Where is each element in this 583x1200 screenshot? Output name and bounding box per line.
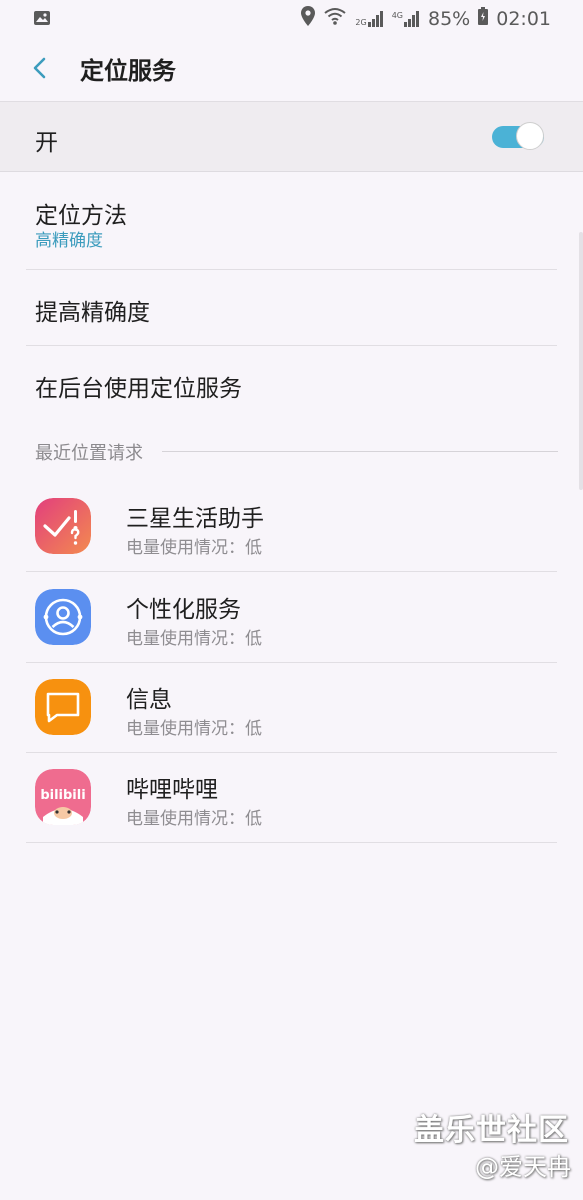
background-location-row[interactable]: 在后台使用定位服务 — [26, 346, 557, 422]
app-row-personalization-service[interactable]: 个性化服务 电量使用情况：低 — [26, 572, 557, 663]
wifi-icon — [323, 6, 347, 31]
back-arrow-icon[interactable] — [29, 53, 51, 83]
app-row-samsung-life-assistant[interactable]: 三星生活助手 电量使用情况：低 — [26, 481, 557, 572]
section-divider — [162, 451, 558, 452]
toggle-knob — [516, 122, 544, 150]
gallery-notification-icon — [33, 9, 51, 31]
app-battery-usage: 电量使用情况：低 — [126, 719, 262, 739]
improve-accuracy-title: 提高精确度 — [35, 300, 150, 326]
network-type-4g: 4G — [391, 10, 403, 20]
signal-2g-icon: 2G — [355, 10, 383, 27]
app-name: 三星生活助手 — [126, 506, 264, 532]
battery-percent: 85% — [428, 7, 471, 30]
location-icon — [301, 6, 316, 31]
clock: 02:01 — [496, 7, 551, 30]
app-battery-usage: 电量使用情况：低 — [126, 809, 262, 829]
bilibili-icon: bilibili — [35, 769, 91, 825]
location-method-title: 定位方法 — [35, 203, 127, 229]
messages-icon — [35, 679, 91, 735]
recent-requests-header: 最近位置请求 — [35, 443, 143, 464]
app-name: 个性化服务 — [126, 597, 241, 623]
app-name: 信息 — [126, 687, 172, 713]
signal-4g-icon: 4G — [391, 10, 420, 27]
status-bar: 2G 4G 85% 02:01 — [0, 0, 583, 36]
network-type-2g: 2G — [355, 17, 367, 27]
location-method-value: 高精确度 — [35, 231, 103, 251]
master-switch-label: 开 — [35, 130, 58, 156]
improve-accuracy-row[interactable]: 提高精确度 — [26, 270, 557, 346]
app-battery-usage: 电量使用情况：低 — [126, 538, 262, 558]
location-toggle[interactable] — [492, 122, 546, 152]
page-title: 定位服务 — [80, 57, 176, 85]
app-row-messages[interactable]: 信息 电量使用情况：低 — [26, 662, 557, 753]
app-name: 哔哩哔哩 — [126, 777, 218, 803]
personalization-service-icon — [35, 589, 91, 645]
app-battery-usage: 电量使用情况：低 — [126, 629, 262, 649]
bilibili-logo-text: bilibili — [40, 788, 85, 803]
watermark-site: 盖乐世社区 — [414, 1113, 569, 1148]
app-row-bilibili[interactable]: bilibili 哔哩哔哩 电量使用情况：低 — [26, 752, 557, 843]
watermark-author: @爱天冉 — [475, 1153, 571, 1181]
battery-icon — [478, 7, 489, 30]
app-bar: 定位服务 — [0, 36, 583, 100]
location-method-row[interactable]: 定位方法 高精确度 — [26, 171, 557, 270]
master-switch-row[interactable]: 开 — [0, 101, 583, 172]
scroll-indicator — [579, 232, 583, 490]
background-location-title: 在后台使用定位服务 — [35, 376, 242, 402]
samsung-life-assistant-icon — [35, 498, 91, 554]
